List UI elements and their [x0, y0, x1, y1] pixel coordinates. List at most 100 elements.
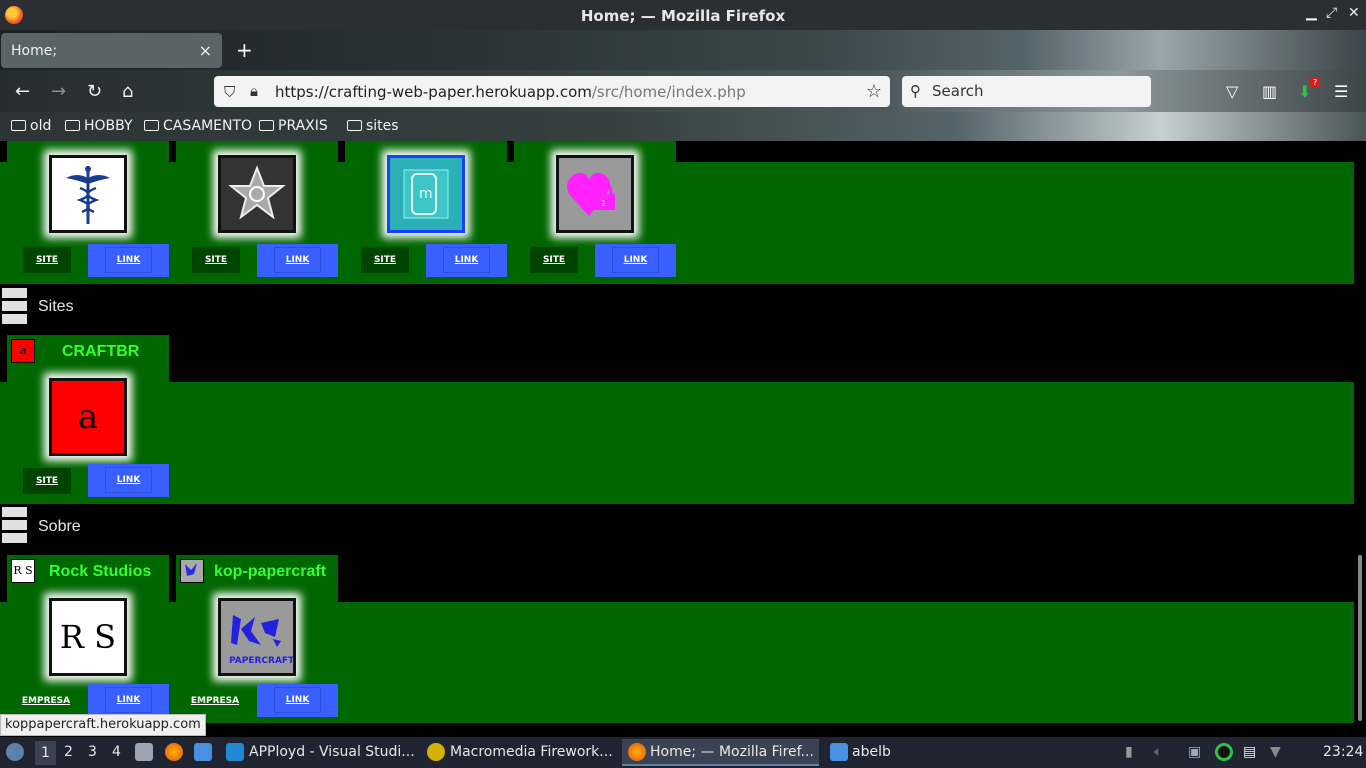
file-manager-icon[interactable] [135, 743, 153, 761]
section-title: Sobre [38, 518, 81, 535]
search-bar[interactable]: ⚲ [902, 76, 1151, 107]
taskbar: 1 2 3 4 APPloyd - Visual Studi... Macrom… [0, 737, 1366, 768]
volume-icon[interactable]: 🔈︎ [1154, 744, 1162, 760]
folder-icon[interactable] [830, 743, 848, 761]
section-header-sites: Sites [0, 286, 300, 326]
rock-studios-logo[interactable]: R S [49, 598, 127, 676]
status-link-preview: koppapercraft.herokuapp.com [0, 714, 206, 736]
url-text[interactable]: https://crafting-web-paper.herokuapp.com… [275, 83, 746, 101]
close-icon[interactable]: ✕ [1348, 5, 1360, 21]
page-scrollbar[interactable] [1355, 141, 1366, 723]
bookmark-praxis[interactable]: PRAXIS [259, 118, 328, 134]
site-button[interactable]: SITE [530, 247, 578, 273]
hamburger-icon[interactable] [2, 314, 27, 324]
hamburger-icon[interactable] [2, 301, 27, 311]
taskbar-app-folder[interactable]: abelb [852, 744, 891, 760]
empresa-button[interactable]: EMPRESA [184, 688, 246, 714]
star-icon[interactable] [218, 155, 296, 233]
desktop-4[interactable]: 4 [112, 744, 121, 760]
reload-icon[interactable]: ↻ [87, 81, 102, 102]
bookmark-star-icon[interactable]: ☆ [866, 81, 882, 102]
card: m SITE LINK [345, 141, 507, 277]
folder-icon [144, 120, 159, 131]
taskbar-app-vscode[interactable]: APPloyd - Visual Studi... [249, 744, 415, 760]
bookmark-sites[interactable]: sites [347, 118, 399, 134]
kop-papercraft-logo[interactable]: PAPERCRAFT [218, 598, 296, 676]
heart-lock-icon[interactable]: 1 [556, 155, 634, 233]
network-icon[interactable]: ▼ [1270, 744, 1281, 760]
card: SITE LINK [7, 141, 169, 277]
screen-icon[interactable] [194, 743, 212, 761]
link-button[interactable]: LINK [426, 244, 507, 277]
taskbar-app-fireworks[interactable]: Macromedia Firework... [450, 744, 613, 760]
empresa-button[interactable]: EMPRESA [15, 688, 77, 714]
svg-text:1: 1 [601, 199, 606, 208]
section-title: Sites [38, 298, 74, 315]
site-button[interactable]: SITE [23, 468, 71, 494]
link-button[interactable]: LINK [595, 244, 676, 277]
firefox-icon[interactable] [165, 743, 183, 761]
site-button[interactable]: SITE [192, 247, 240, 273]
scrollbar-thumb[interactable] [1358, 555, 1362, 721]
folder-icon [11, 120, 26, 131]
clock: 23:24 [1323, 744, 1364, 760]
site-button[interactable]: SITE [361, 247, 409, 273]
bookmark-casamento[interactable]: CASAMENTO [144, 118, 252, 134]
notification-icon[interactable]: ▣ [1188, 744, 1201, 760]
start-menu-icon[interactable] [6, 743, 24, 761]
storage-icon[interactable]: ▮ [1125, 744, 1133, 760]
desktop-3[interactable]: 3 [88, 744, 97, 760]
search-input[interactable] [932, 82, 1132, 100]
hamburger-icon[interactable] [2, 520, 27, 530]
hamburger-icon[interactable] [2, 288, 27, 298]
tab-close-icon[interactable]: × [199, 41, 212, 60]
site-button[interactable]: SITE [23, 247, 71, 273]
title-bar: Home; — Mozilla Firefox ▁ ⤢ ✕ [0, 0, 1366, 30]
card: 1 SITE LINK [514, 141, 676, 277]
caduceus-icon[interactable] [49, 155, 127, 233]
fireworks-icon[interactable] [427, 743, 445, 761]
new-tab-button[interactable]: + [236, 38, 253, 62]
section-band [0, 382, 1354, 504]
bookmark-old[interactable]: old [11, 118, 51, 134]
back-icon[interactable]: ← [15, 81, 30, 102]
clipboard-icon[interactable]: ▤ [1243, 744, 1256, 760]
link-button[interactable]: LINK [88, 244, 169, 277]
lock-icon[interactable]: 🔒︎ [250, 82, 258, 100]
hamburger-icon[interactable] [2, 507, 27, 517]
rock-studios-small-logo: R S [11, 559, 35, 583]
link-button[interactable]: LINK [257, 684, 338, 717]
home-icon[interactable]: ⌂ [122, 81, 133, 102]
card: SITE LINK [176, 141, 338, 277]
tab-home[interactable]: Home; × [1, 33, 222, 68]
link-button[interactable]: LINK [88, 684, 169, 717]
navigation-bar: ← → ↻ ⌂ ⛉ 🔒︎ https://crafting-web-paper.… [0, 70, 1366, 112]
bookmark-hobby[interactable]: HOBBY [65, 118, 133, 134]
pocket-icon[interactable]: ▽ [1226, 82, 1238, 101]
tab-strip: Home; × + [0, 30, 1366, 70]
section-header-sobre: Sobre [0, 506, 300, 546]
card: R S Rock Studios R S EMPRESA LINK [7, 555, 169, 717]
hamburger-icon[interactable] [2, 533, 27, 543]
taskbar-app-firefox[interactable]: Home; — Mozilla Firef... [650, 744, 814, 760]
link-button[interactable]: LINK [257, 244, 338, 277]
maximize-icon[interactable]: ⤢ [1326, 5, 1337, 21]
minimize-icon[interactable]: ▁ [1306, 5, 1317, 21]
desktop-2[interactable]: 2 [64, 744, 73, 760]
forward-icon[interactable]: → [51, 81, 66, 102]
search-icon: ⚲ [910, 82, 921, 100]
desktop-1[interactable]: 1 [35, 741, 56, 765]
vscode-icon[interactable] [226, 743, 244, 761]
menu-icon[interactable]: ☰ [1334, 82, 1348, 101]
sync-icon[interactable] [1215, 743, 1233, 761]
firefox-icon[interactable] [628, 743, 646, 761]
tracking-shield-icon[interactable]: ⛉ [224, 83, 235, 101]
card-title: CRAFTBR [62, 343, 140, 360]
svg-text:m: m [419, 186, 433, 202]
library-icon[interactable]: ▥ [1262, 82, 1277, 101]
craftbr-logo[interactable]: a [49, 378, 127, 456]
link-button[interactable]: LINK [88, 464, 169, 497]
phone-app-icon[interactable]: m [387, 155, 465, 233]
kop-small-logo [180, 559, 204, 583]
url-bar[interactable]: ⛉ 🔒︎ https://crafting-web-paper.herokuap… [214, 76, 890, 107]
